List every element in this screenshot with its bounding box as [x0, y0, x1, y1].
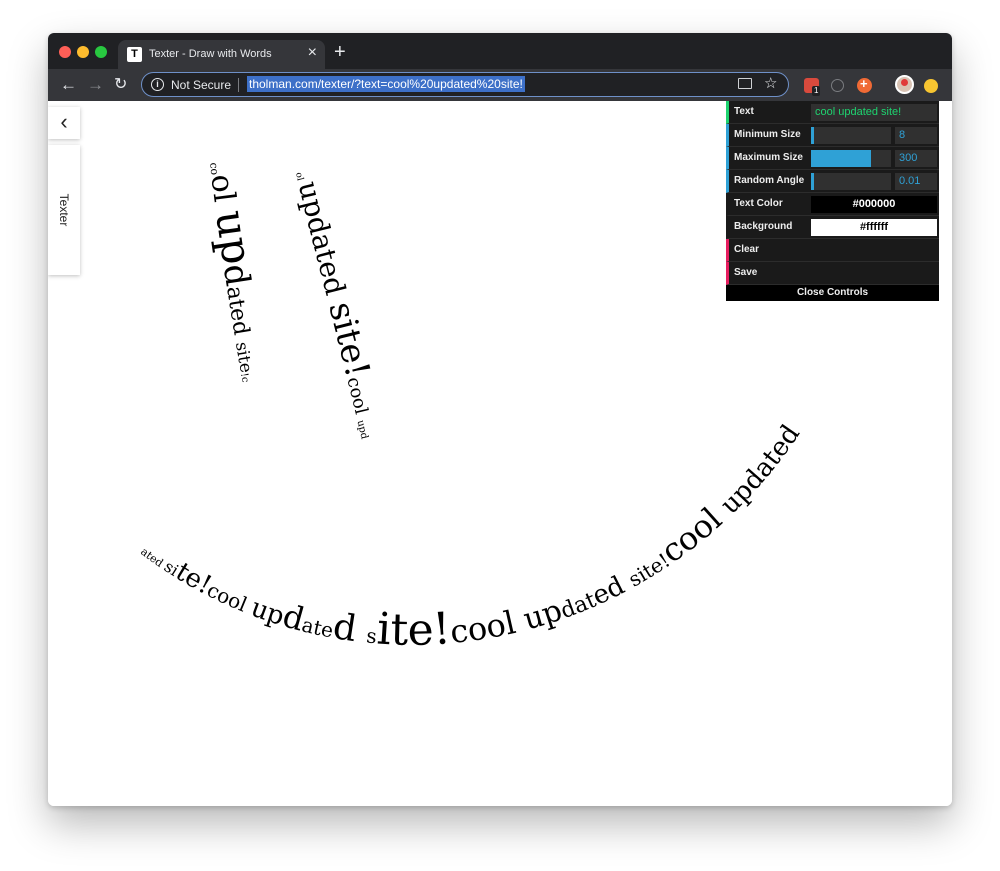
address-bar[interactable]: i Not Secure tholman.com/texter/?text=co… [141, 72, 789, 97]
text-label: Text [734, 106, 754, 117]
minimum-size-slider[interactable] [811, 127, 891, 144]
glyph: site! [48, 101, 53, 105]
text-control: Text cool updated site! [726, 101, 939, 124]
save-button[interactable]: Save [726, 262, 939, 285]
glyph: d [330, 606, 369, 651]
background-control: Background #ffffff [726, 216, 939, 239]
cast-icon[interactable] [738, 78, 752, 89]
controls-panel: Text cool updated site! Minimum Size 8 M… [726, 101, 939, 301]
minimum-size-input[interactable]: 8 [895, 127, 937, 144]
info-icon[interactable]: i [151, 78, 164, 91]
texter-favicon-icon: T [127, 47, 142, 62]
star-icon[interactable]: ☆ [764, 75, 777, 93]
chevron-left-icon: ‹ [60, 109, 68, 134]
random-angle-input[interactable]: 0.01 [895, 173, 937, 190]
forward-icon[interactable]: → [87, 75, 104, 95]
maximum-size-input[interactable]: 300 [895, 150, 937, 167]
extension-info-icon[interactable] [831, 79, 844, 92]
extension-yellow-icon[interactable] [924, 79, 938, 93]
glyph: ite! [375, 603, 452, 656]
glyph: upd [354, 419, 369, 441]
extension-plus-icon[interactable] [857, 76, 872, 93]
close-window-button[interactable] [59, 46, 71, 58]
minimize-window-button[interactable] [77, 46, 89, 58]
collapse-drawer-button[interactable]: ‹ [48, 107, 80, 139]
glyph: ol [203, 172, 242, 213]
glyph: upd ated [48, 101, 806, 520]
glyph: updated [292, 178, 354, 307]
maximum-size-slider-fill [811, 150, 871, 167]
omnibox-divider [238, 78, 239, 92]
new-tab-button[interactable]: + [334, 42, 346, 62]
browser-toolbar: ← → ↻ i Not Secure tholman.com/texter/?t… [48, 69, 952, 101]
background-label: Background [734, 221, 793, 232]
glyph: cool [203, 578, 256, 619]
profile-avatar[interactable] [895, 75, 914, 94]
text-input[interactable]: cool updated site! [811, 104, 937, 121]
tab-strip: T Texter - Draw with Words × + [48, 33, 952, 69]
glyph: ated [221, 285, 255, 344]
random-angle-control: Random Angle 0.01 [726, 170, 939, 193]
random-angle-label: Random Angle [734, 175, 805, 186]
reload-icon[interactable]: ↻ [114, 75, 127, 95]
glyph: cool [448, 601, 529, 651]
glyph: ol [293, 171, 305, 184]
tab-title: Texter - Draw with Words [149, 48, 272, 60]
glyph: !c [238, 372, 251, 384]
close-controls-button[interactable]: Close Controls [726, 285, 939, 301]
maximize-window-button[interactable] [95, 46, 107, 58]
text-stroke-left: co ol up d ated site !c [203, 162, 262, 384]
clear-label: Clear [734, 244, 760, 255]
text-color-label: Text Color [734, 198, 783, 209]
random-angle-slider-fill [811, 173, 814, 190]
browser-window: T Texter - Draw with Words × + ← → ↻ i N… [48, 33, 952, 806]
text-stroke-right: ol updated site! cool upd [292, 171, 378, 440]
maximum-size-slider[interactable] [811, 150, 891, 167]
maximum-size-control: Maximum Size 300 [726, 147, 939, 170]
glyph: up [206, 207, 262, 267]
tab-texter[interactable]: T Texter - Draw with Words × [118, 40, 325, 69]
tab-close-icon[interactable]: × [308, 45, 317, 61]
minimum-size-label: Minimum Size [734, 129, 801, 140]
text-color-swatch[interactable]: #000000 [811, 196, 937, 213]
glyph: cool [342, 375, 373, 422]
text-color-control: Text Color #000000 [726, 193, 939, 216]
page-canvas[interactable]: co ol up d ated site !c ol updated site! cool… [48, 101, 952, 806]
security-indicator[interactable]: Not Secure [171, 78, 231, 92]
glyph: ate [299, 612, 335, 642]
background-color-swatch[interactable]: #ffffff [811, 219, 937, 236]
glyph: co [207, 162, 221, 176]
minimum-size-slider-fill [811, 127, 814, 144]
url-text[interactable]: tholman.com/texter/?text=cool%20updated%… [247, 76, 525, 92]
back-icon[interactable]: ← [60, 75, 77, 95]
glyph: s [365, 624, 377, 649]
clear-button[interactable]: Clear [726, 239, 939, 262]
texter-drawer-tab[interactable]: Texter [48, 145, 80, 275]
drawer-tab-label: Texter [57, 193, 71, 227]
text-stroke-mouth: ated site!cool updated site!cool updated… [48, 101, 806, 656]
random-angle-slider[interactable] [811, 173, 891, 190]
minimum-size-control: Minimum Size 8 [726, 124, 939, 147]
glyph: co [48, 101, 51, 104]
extension-badge: 1 [812, 86, 821, 96]
maximum-size-label: Maximum Size [734, 152, 803, 163]
glyph: site [231, 340, 256, 374]
save-label: Save [734, 267, 758, 278]
glyph: site! [320, 298, 377, 381]
